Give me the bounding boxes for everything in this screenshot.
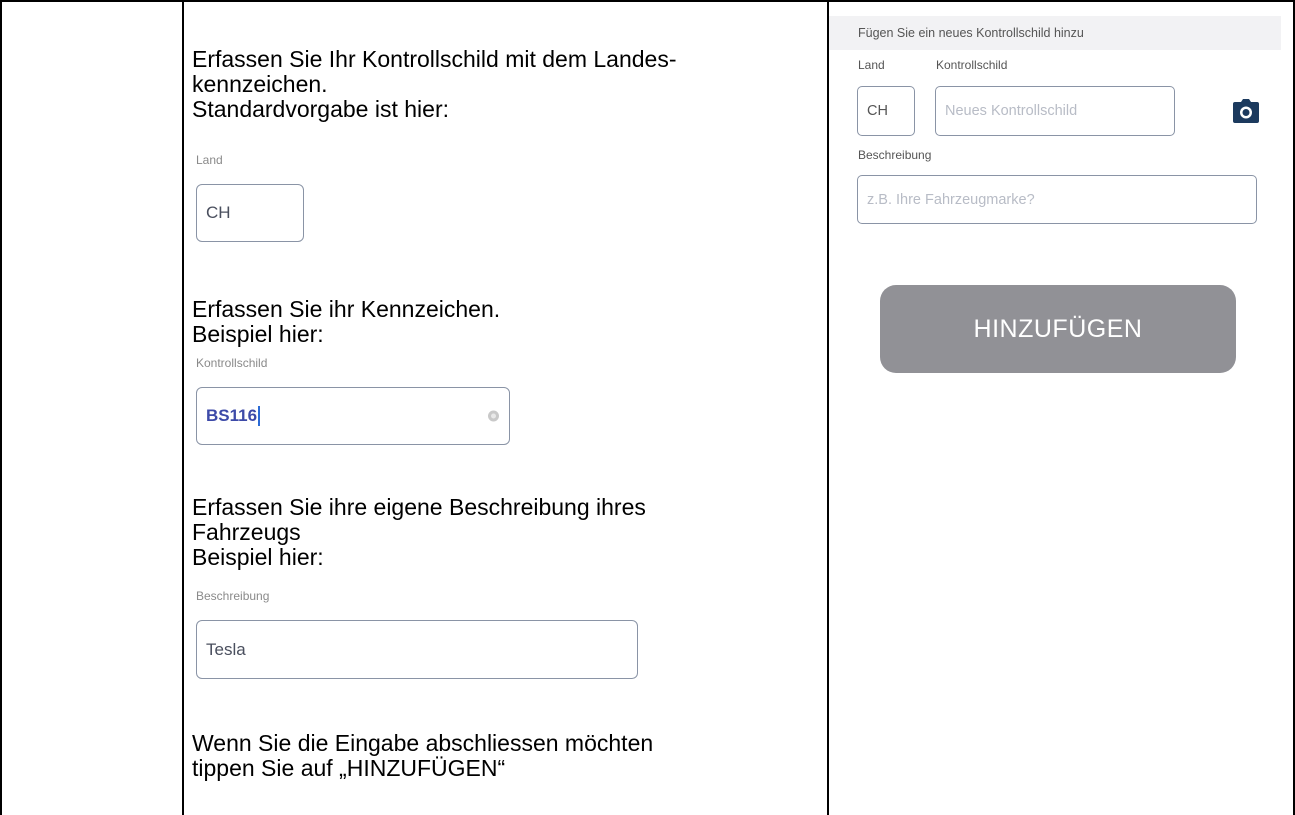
instruction-table: Erfassen Sie Ihr Kontrollschild mit dem … [0, 0, 1295, 815]
land-input-value: CH [867, 103, 888, 119]
example-plate-label: Kontrollschild [196, 356, 268, 370]
step1-line1: Erfassen Sie Ihr Kontrollschild mit dem … [192, 46, 677, 72]
step2-line1: Erfassen Sie ihr Kennzeichen. [192, 296, 501, 322]
plate-input-placeholder: Neues Kontrollschild [945, 103, 1078, 119]
table-border-left [0, 2, 2, 815]
step3-line2: Fahrzeugs [192, 519, 301, 545]
example-land-value: CH [206, 203, 231, 222]
example-plate-field: BS116 [196, 387, 510, 445]
example-desc-label: Beschreibung [196, 589, 270, 603]
step3-line3: Beispiel hier: [192, 544, 324, 570]
step1-line3: Standardvorgabe ist hier: [192, 96, 449, 122]
camera-icon[interactable] [1232, 98, 1260, 124]
step4-line2: tippen Sie auf „HINZUFÜGEN“ [192, 755, 506, 781]
plate-label: Kontrollschild [936, 58, 1008, 72]
example-desc-field: Tesla [196, 620, 638, 679]
step2-line2: Beispiel hier: [192, 321, 324, 347]
form-header: Fügen Sie ein neues Kontrollschild hinzu [829, 16, 1281, 50]
instructions-column: Erfassen Sie Ihr Kontrollschild mit dem … [184, 2, 827, 815]
step3-line1: Erfassen Sie ihre eigene Beschreibung ih… [192, 494, 646, 520]
example-plate-value: BS116 [206, 406, 258, 425]
app-screenshot-column: Fügen Sie ein neues Kontrollschild hinzu… [829, 2, 1293, 815]
step1-line2: kennzeichen. [192, 71, 328, 97]
land-input[interactable]: CH [857, 86, 915, 136]
land-label: Land [858, 58, 885, 72]
text-caret [258, 406, 260, 426]
example-land-field: CH [196, 184, 304, 242]
step4-line1: Wenn Sie die Eingabe abschliessen möchte… [192, 730, 654, 756]
desc-input[interactable]: z.B. Ihre Fahrzeugmarke? [857, 175, 1257, 224]
clear-icon [488, 410, 499, 422]
example-land-label: Land [196, 153, 223, 167]
desc-input-placeholder: z.B. Ihre Fahrzeugmarke? [867, 191, 1035, 208]
desc-label: Beschreibung [858, 148, 932, 162]
plate-input[interactable]: Neues Kontrollschild [935, 86, 1175, 136]
add-button[interactable]: HINZUFÜGEN [880, 285, 1236, 373]
example-desc-value: Tesla [206, 639, 246, 659]
